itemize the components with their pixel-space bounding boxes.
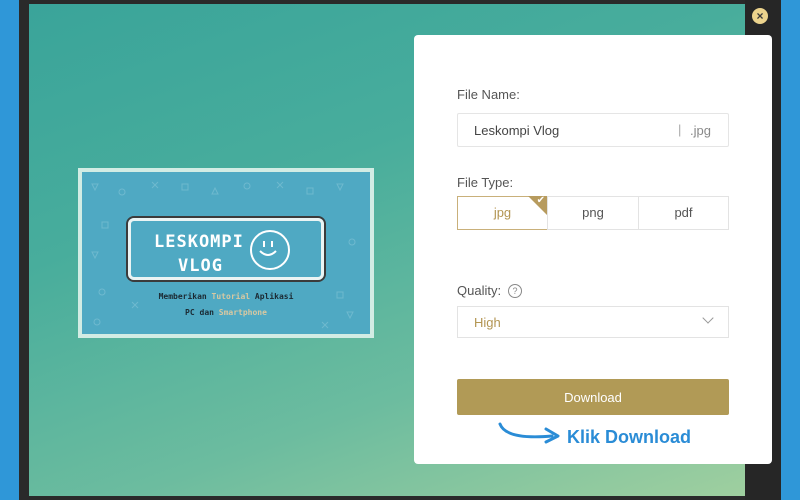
download-panel: File Name: Leskompi Vlog | .jpg File Typ… [414,35,772,464]
tagline-2: PC dan Smartphone [185,308,267,317]
curved-arrow-icon [498,422,560,444]
file-type-jpg[interactable]: jpg ✔ [457,195,548,230]
quality-label: Quality: [457,283,502,298]
file-name-field[interactable]: Leskompi Vlog | .jpg [457,113,729,147]
image-thumbnail: LESKOMPI VLOG Memberikan Tutorial Aplika… [78,168,374,338]
download-button[interactable]: Download [457,379,729,415]
close-button[interactable]: × [752,8,768,24]
chevron-down-icon [702,312,714,324]
thumbnail-canvas: LESKOMPI VLOG Memberikan Tutorial Aplika… [82,172,370,334]
file-type-group: jpg ✔ png pdf [457,195,729,230]
smiley-icon [250,230,290,270]
annotation-text: Klik Download [567,427,692,447]
file-type-pdf[interactable]: pdf [638,196,729,230]
tagline-1: Memberikan Tutorial Aplikasi [158,292,294,301]
help-icon[interactable]: ? [508,284,522,298]
file-type-jpg-label: jpg [493,205,512,220]
file-type-png-label: png [582,205,604,220]
quality-select[interactable]: High [457,306,729,338]
file-extension: .jpg [690,123,711,138]
file-type-label: File Type: [457,175,514,190]
logo-title-line2: VLOG [178,256,223,276]
quality-value: High [474,315,501,330]
logo-title-line1: LESKOMPI [154,232,244,252]
field-separator: | [678,122,682,137]
file-type-png[interactable]: png [547,196,639,230]
file-name-label: File Name: [457,87,520,102]
checkmark-icon: ✔ [536,195,545,206]
file-name-value: Leskompi Vlog [474,123,560,138]
file-type-pdf-label: pdf [674,205,693,220]
